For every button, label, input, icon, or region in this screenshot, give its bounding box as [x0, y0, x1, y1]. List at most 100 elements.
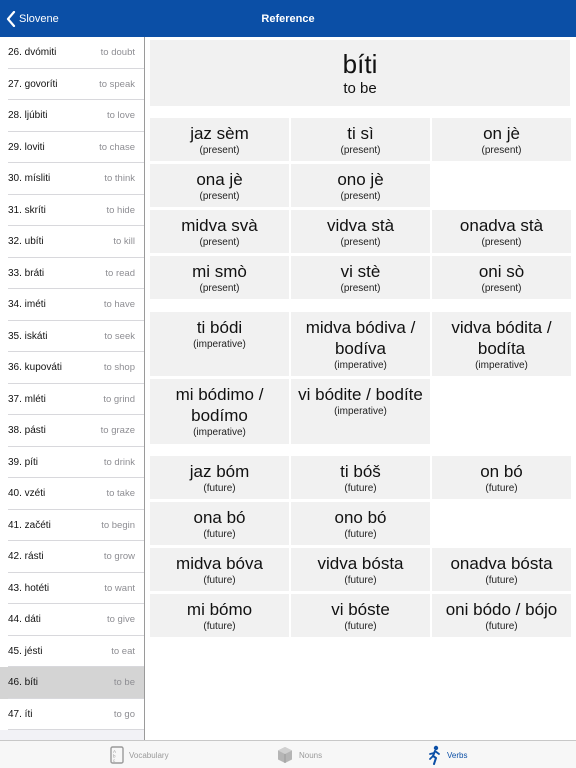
present-tag: (present): [340, 191, 381, 202]
list-item-meaning: to go: [113, 708, 135, 720]
future-tag: (future): [344, 529, 377, 540]
present-tag: (present): [340, 237, 381, 248]
present-cell: mi smò (present): [150, 256, 289, 299]
list-item-meaning: to hide: [106, 204, 135, 216]
list-item[interactable]: 33. bráti to read: [0, 257, 144, 289]
future-tag: (future): [485, 621, 518, 632]
present-tag: (present): [199, 191, 240, 202]
vocabulary-icon: A b c: [110, 746, 124, 764]
imperative-form: vidva bódita / bodíta: [451, 318, 552, 358]
list-item-meaning: to eat: [111, 645, 135, 657]
list-item[interactable]: 34. iméti to have: [0, 289, 144, 321]
list-item[interactable]: 27. govoríti to speak: [0, 68, 144, 100]
list-item-word: 34. iméti: [8, 299, 46, 311]
list-item[interactable]: 43. hotéti to want: [0, 572, 144, 604]
tab-verbs-label: Verbs: [447, 750, 468, 760]
list-item-meaning: to begin: [101, 519, 135, 531]
list-item-word: 47. íti: [8, 708, 33, 720]
present-form: midva svà: [181, 216, 258, 235]
future-form: ono bó: [334, 508, 387, 527]
imperative-form: vi bódite / bodíte: [298, 385, 423, 404]
list-item[interactable]: 28. ljúbiti to love: [0, 100, 144, 132]
list-item[interactable]: 32. ubíti to kill: [0, 226, 144, 258]
list-item[interactable]: 38. pásti to graze: [0, 415, 144, 447]
page-title: Reference: [261, 12, 315, 25]
imperative-cell: vidva bódita / bodíta (imperative): [432, 312, 571, 376]
nouns-icon: [278, 747, 292, 763]
tab-vocabulary[interactable]: A b c Vocabulary: [110, 741, 169, 768]
list-item-word: 44. dáti: [8, 614, 41, 626]
list-item[interactable]: 45. jésti to eat: [0, 635, 144, 667]
verb-list-items: 26. dvómiti to doubt 27. govoríti to speak 2…: [0, 37, 144, 730]
imperative-tag: (imperative): [334, 406, 387, 417]
list-item[interactable]: 39. píti to drink: [0, 446, 144, 478]
list-item[interactable]: 29. loviti to chase: [0, 131, 144, 163]
list-item[interactable]: 46. bíti to be: [0, 667, 144, 699]
list-item[interactable]: 35. iskáti to seek: [0, 320, 144, 352]
present-tag: (present): [340, 283, 381, 294]
list-item[interactable]: 41. začéti to begin: [0, 509, 144, 541]
imperative-form: ti bódi: [196, 318, 243, 337]
list-item[interactable]: 42. rásti to grow: [0, 541, 144, 573]
back-button-label: Slovene: [19, 12, 59, 25]
future-form: oni bódo / bójo: [445, 600, 558, 619]
present-cell: vidva stà (present): [291, 210, 430, 253]
list-item-word: 42. rásti: [8, 551, 44, 563]
future-cell: onadva bósta (future): [432, 548, 571, 591]
list-item-meaning: to kill: [113, 236, 135, 248]
list-item-word: 35. iskáti: [8, 330, 48, 342]
tab-nouns[interactable]: Nouns: [276, 741, 322, 768]
navigation-bar: Slovene Reference: [0, 0, 576, 37]
future-form: vidva bósta: [317, 554, 404, 573]
present-cell: ono jè (present): [291, 164, 430, 207]
future-cell: oni bódo / bójo (future): [432, 594, 571, 637]
future-cell: ono bó (future): [291, 502, 430, 545]
list-item-word: 31. skríti: [8, 204, 46, 216]
back-button[interactable]: Slovene: [6, 0, 59, 37]
list-item-word: 40. vzéti: [8, 488, 46, 500]
list-item-word: 39. píti: [8, 456, 39, 468]
list-item-word: 30. mísliti: [8, 173, 51, 185]
list-item-meaning: to love: [107, 110, 135, 122]
imperative-cell: midva bódiva / bodíva (imperative): [291, 312, 430, 376]
list-item-word: 37. mléti: [8, 393, 46, 405]
list-item-meaning: to drink: [103, 456, 135, 468]
list-item[interactable]: 40. vzéti to take: [0, 478, 144, 510]
present-form: ona jè: [196, 170, 243, 189]
present-cell: onadva stà (present): [432, 210, 571, 253]
verb-meaning: to be: [343, 80, 377, 97]
present-cell: jaz sèm (present): [150, 118, 289, 161]
future-form: ti bóš: [340, 462, 381, 481]
future-form: jaz bóm: [189, 462, 250, 481]
future-tag: (future): [485, 483, 518, 494]
list-item[interactable]: 44. dáti to give: [0, 604, 144, 636]
future-form: midva bóva: [176, 554, 263, 573]
list-item-word: 38. pásti: [8, 425, 46, 437]
tab-verbs[interactable]: Verbs: [428, 741, 467, 768]
present-cell: ti sì (present): [291, 118, 430, 161]
list-item[interactable]: 47. íti to go: [0, 698, 144, 730]
future-form: ona bó: [193, 508, 246, 527]
imperative-tag: (imperative): [334, 360, 387, 371]
list-item-word: 26. dvómiti: [8, 47, 57, 59]
future-cell: ti bóš (future): [291, 456, 430, 499]
present-cell: on jè (present): [432, 118, 571, 161]
verb-list[interactable]: 26. dvómiti to doubt 27. govoríti to speak 2…: [0, 37, 145, 740]
list-item[interactable]: 30. mísliti to think: [0, 163, 144, 195]
list-item-meaning: to seek: [104, 330, 135, 342]
present-form: oni sò: [478, 262, 525, 281]
imperative-cell: mi bódimo / bodímo (imperative): [150, 379, 289, 444]
list-item-meaning: to give: [107, 614, 135, 626]
list-item-meaning: to read: [105, 267, 135, 279]
list-item[interactable]: 36. kupováti to shop: [0, 352, 144, 384]
list-item[interactable]: 37. mléti to grind: [0, 383, 144, 415]
list-item[interactable]: 26. dvómiti to doubt: [0, 37, 144, 69]
present-form: ti sì: [347, 124, 374, 143]
verb-heading-card: bíti to be: [150, 40, 570, 106]
list-item[interactable]: 31. skríti to hide: [0, 194, 144, 226]
present-form: jaz sèm: [190, 124, 249, 143]
present-tag: (present): [481, 145, 522, 156]
list-item-word: 46. bíti: [8, 677, 39, 689]
future-cell: midva bóva (future): [150, 548, 289, 591]
list-item-meaning: to grind: [103, 393, 135, 405]
